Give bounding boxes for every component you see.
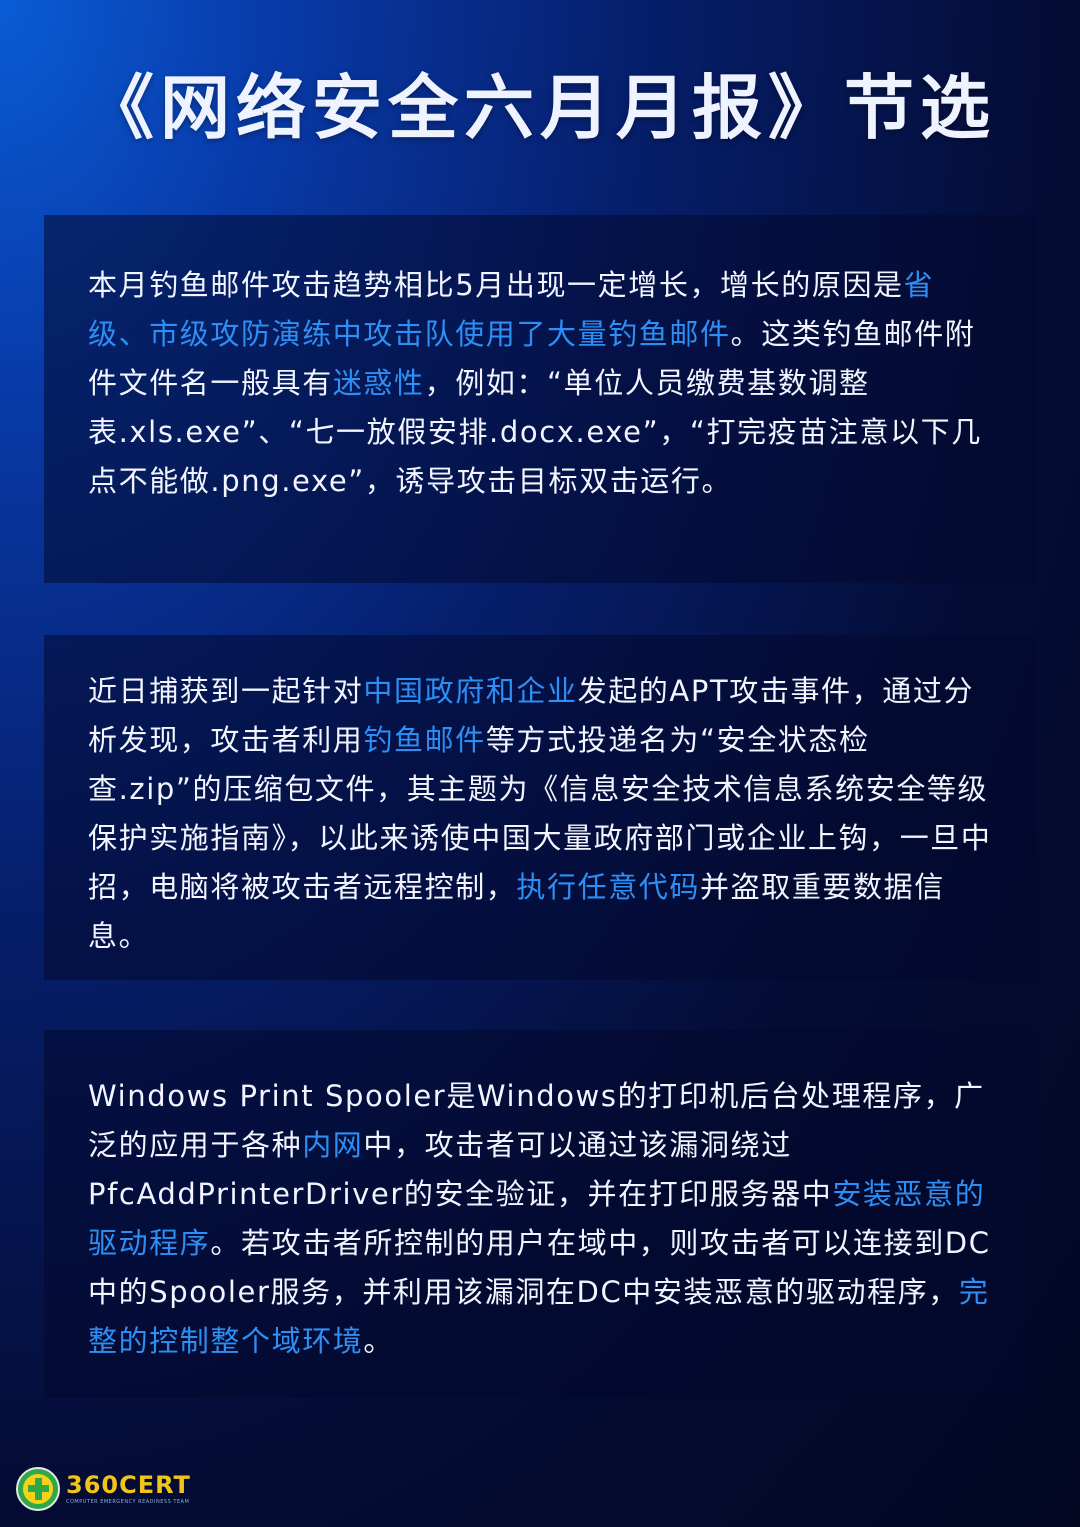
highlight-text: 中国政府和企业: [363, 674, 578, 708]
page-title: 《网络安全六月月报》节选: [84, 67, 996, 149]
brand-logo: 360CERT COMPUTER EMERGENCY READINESS TEA…: [16, 1466, 191, 1512]
logo-text: 360CERT COMPUTER EMERGENCY READINESS TEA…: [66, 1472, 191, 1506]
card-paragraph: 本月钓鱼邮件攻击趋势相比5月出现一定增长，增长的原因是省级、市级攻防演练中攻击队…: [88, 261, 992, 506]
card-paragraph: Windows Print Spooler是Windows的打印机后台处理程序，…: [88, 1072, 992, 1366]
summary-card-print-spooler: Windows Print Spooler是Windows的打印机后台处理程序，…: [44, 1030, 1036, 1398]
text-segment: 。: [363, 1324, 395, 1358]
text-segment: 。若攻击者所控制的用户在域中，则攻击者可以连接到DC中的Spooler服务，并利…: [88, 1226, 991, 1309]
text-segment: 本月钓鱼邮件攻击趋势相比5月出现一定增长，增长的原因是: [88, 268, 904, 302]
highlight-text: 钓鱼邮件: [363, 723, 486, 757]
summary-card-apt: 近日捕获到一起针对中国政府和企业发起的APT攻击事件，通过分析发现，攻击者利用钓…: [44, 635, 1036, 980]
360-cross-shield-icon: [16, 1467, 60, 1511]
highlight-text: 迷惑性: [332, 366, 425, 400]
logo-name: 360CERT: [66, 1471, 191, 1499]
summary-card-phishing: 本月钓鱼邮件攻击趋势相比5月出现一定增长，增长的原因是省级、市级攻防演练中攻击队…: [44, 215, 1036, 583]
card-paragraph: 近日捕获到一起针对中国政府和企业发起的APT攻击事件，通过分析发现，攻击者利用钓…: [88, 667, 992, 961]
highlight-text: 执行任意代码: [516, 870, 701, 904]
text-segment: 近日捕获到一起针对: [88, 674, 364, 708]
highlight-text: 内网: [302, 1128, 364, 1162]
logo-subtitle: COMPUTER EMERGENCY READINESS TEAM: [66, 1499, 190, 1505]
